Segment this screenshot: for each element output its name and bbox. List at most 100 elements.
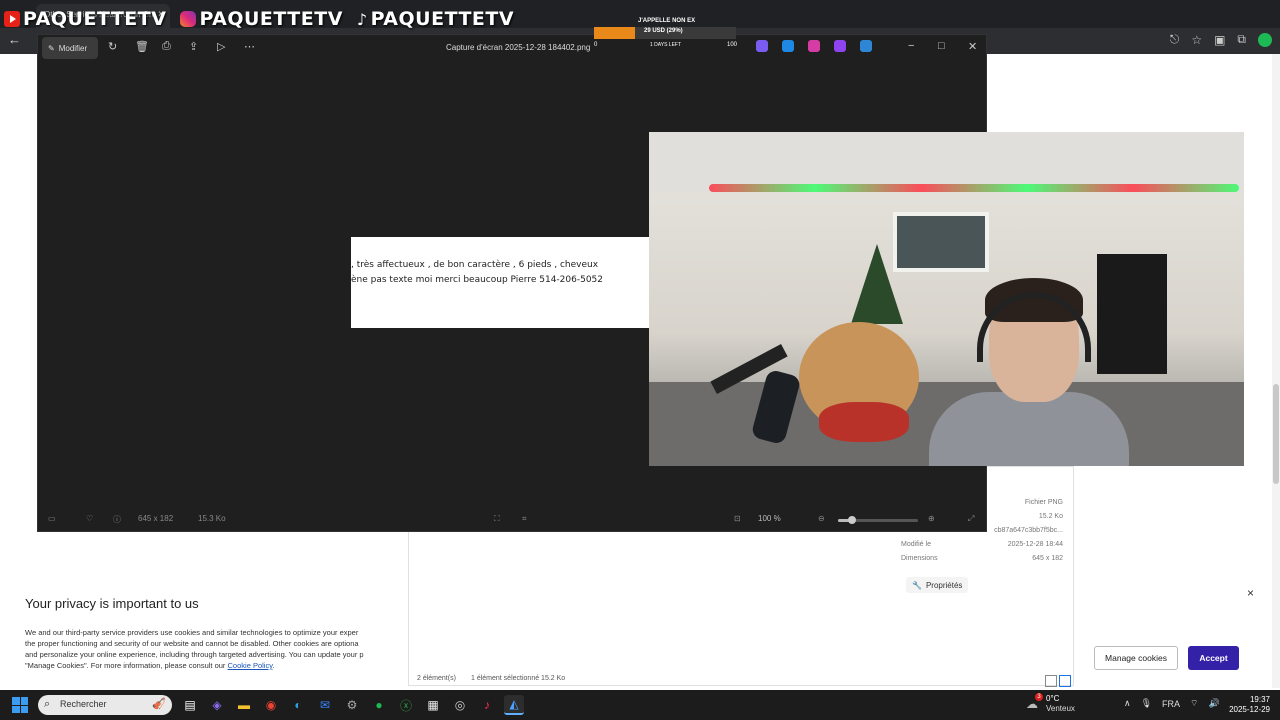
back-arrow-icon[interactable]: ← <box>8 32 21 47</box>
modify-button[interactable]: ✎ Modifier <box>42 37 98 59</box>
extensions-puzzle-icon[interactable]: ⧉ <box>1237 32 1246 47</box>
more-options-icon[interactable]: ⋯ <box>244 40 255 53</box>
xbox-icon[interactable]: ⓧ <box>396 695 416 715</box>
taskbar: ⌕ Rechercher 🎻 ▤ ◈ ▬ ◉ ◐ ✉ ⚙ ● ⓧ ▦ ◎ ♪ ◭… <box>0 690 1280 720</box>
task-view-icon[interactable]: ▤ <box>180 695 200 715</box>
copilot-icon[interactable]: ◈ <box>207 695 227 715</box>
youtube-handle-label: PAQUETTETV <box>23 8 167 30</box>
fit-screen-icon[interactable]: ⊡ <box>734 514 741 523</box>
tray-chevron-icon[interactable]: ∧ <box>1124 698 1131 709</box>
instagram-handle: PAQUETTETV <box>180 8 342 30</box>
taskbar-apps: ▤ ◈ ▬ ◉ ◐ ✉ ⚙ ● ⓧ ▦ ◎ ♪ ◭ <box>180 695 524 715</box>
store-icon[interactable]: ▦ <box>423 695 443 715</box>
filmstrip-icon[interactable]: ▭ <box>48 514 56 523</box>
goal-amount: 29 USD (29%) <box>644 28 683 34</box>
viewer-toolbar: ✎ Modifier ↻ 🗑 ⎙ ⇪ ▷ ⋯ Capture d'écran 2… <box>38 35 986 61</box>
privacy-line: the proper functioning and security of o… <box>25 639 359 648</box>
weather-badge: 3 <box>1035 693 1043 701</box>
zoom-in-icon[interactable]: ⊕ <box>928 514 935 523</box>
zoom-slider[interactable] <box>838 516 918 524</box>
goal-progress-bar: 29 USD (29%) <box>594 27 736 39</box>
maximize-icon[interactable]: □ <box>938 40 945 52</box>
install-app-icon[interactable]: ⎋ <box>1170 32 1180 47</box>
settings-gear-icon[interactable]: ⚙ <box>342 695 362 715</box>
zoom-level[interactable]: 100 % <box>758 514 781 523</box>
privacy-line: and personalize your online experience, … <box>25 650 364 659</box>
taskbar-search[interactable]: ⌕ Rechercher 🎻 <box>38 695 172 715</box>
weather-widget[interactable]: ☁ 3 0°C Venteux <box>1022 693 1102 716</box>
volume-icon[interactable]: 🔊 <box>1209 698 1220 709</box>
rotate-icon[interactable]: ↻ <box>108 40 117 53</box>
crop-icon[interactable]: ⛶ <box>494 514 500 524</box>
search-placeholder: Rechercher <box>60 699 107 709</box>
pinned-app-icons <box>756 40 872 52</box>
property-key: Dimensions <box>901 555 938 562</box>
slideshow-icon[interactable]: ▷ <box>217 40 225 53</box>
item-count: 2 élément(s) <box>417 675 456 682</box>
goal-min: 0 <box>594 42 598 48</box>
tiktok-app-icon[interactable]: ♪ <box>477 695 497 715</box>
app-icon[interactable] <box>834 40 846 52</box>
scrollbar-thumb[interactable] <box>1273 384 1279 484</box>
copilot-icon[interactable] <box>756 40 768 52</box>
webcam-streamer <box>929 278 1129 466</box>
mic-tray-icon[interactable]: 🎙 <box>1141 698 1152 709</box>
webcam-window <box>893 212 989 272</box>
close-icon[interactable]: ✕ <box>968 40 977 53</box>
photos-app-icon[interactable]: ◭ <box>504 695 524 715</box>
file-explorer-icon[interactable]: ▬ <box>234 695 254 715</box>
property-value: 2025-12-28 18:44 <box>1007 541 1063 548</box>
print-icon[interactable]: ⎙ <box>162 40 171 53</box>
profile-avatar[interactable] <box>1258 32 1272 47</box>
favorite-icon[interactable]: ♡ <box>86 514 93 523</box>
webcam-plush-shirt <box>819 402 909 442</box>
details-view-icon[interactable] <box>1045 675 1057 687</box>
browser-toolbar-icons: ⎋ ☆ ▣ ⧉ <box>1170 32 1272 47</box>
fullscreen-icon[interactable]: ⤢ <box>968 514 974 524</box>
minimize-icon[interactable]: − <box>908 40 914 52</box>
extension-icon[interactable]: ▣ <box>1214 33 1225 47</box>
privacy-title: Your privacy is important to us <box>25 596 199 611</box>
property-value: 645 x 182 <box>1032 555 1063 562</box>
viewer-status-bar: ▭ ♡ ⓘ 645 x 182 15.3 Ko ⛶ ⌗ ⊡ 100 % ⊖ ⊕ … <box>38 509 986 531</box>
language-indicator[interactable]: FRA <box>1162 699 1180 709</box>
weather-condition: Venteux <box>1046 704 1075 713</box>
info-icon[interactable]: ⓘ <box>113 514 121 525</box>
privacy-close-icon[interactable]: × <box>1247 586 1254 600</box>
weather-temp: 0°C <box>1046 694 1060 703</box>
chrome-icon[interactable]: ◉ <box>261 695 281 715</box>
image-dimensions: 645 x 182 <box>138 514 174 523</box>
privacy-text: We and our third-party service providers… <box>25 627 408 671</box>
modify-label: Modifier <box>58 43 88 53</box>
app-icon[interactable] <box>808 40 820 52</box>
mail-icon[interactable]: ✉ <box>315 695 335 715</box>
properties-button-label: Propriétés <box>925 580 963 590</box>
properties-button[interactable]: 🔧 Propriétés <box>906 577 968 593</box>
share-icon[interactable]: ⇪ <box>189 40 198 53</box>
bookmark-star-icon[interactable]: ☆ <box>1191 33 1202 47</box>
visual-search-icon[interactable]: ⌗ <box>522 514 527 524</box>
spotify-icon[interactable]: ● <box>369 695 389 715</box>
wifi-icon[interactable]: ⌔ <box>1190 698 1198 709</box>
zoom-slider-handle[interactable] <box>848 516 857 524</box>
privacy-line-text: "Manage Cookies". For more information, … <box>25 661 228 670</box>
windows-start-icon[interactable] <box>12 697 28 713</box>
search-highlight-icon: 🎻 <box>152 698 166 710</box>
app-icon[interactable] <box>782 40 794 52</box>
taskbar-clock[interactable]: 19:37 2025-12-29 <box>1226 695 1270 715</box>
delete-icon[interactable]: 🗑 <box>135 40 149 53</box>
obs-icon[interactable]: ◎ <box>450 695 470 715</box>
app-icon[interactable] <box>860 40 872 52</box>
webcam-christmas-tree <box>851 244 903 324</box>
youtube-handle: PAQUETTETV <box>4 8 166 30</box>
accept-cookies-button[interactable]: Accept <box>1188 646 1239 670</box>
page-scrollbar[interactable] <box>1272 54 1280 688</box>
property-value: Fichier PNG <box>1024 499 1063 506</box>
cookie-policy-link[interactable]: Cookie Policy <box>228 661 273 670</box>
manage-cookies-button[interactable]: Manage cookies <box>1094 646 1178 670</box>
zoom-out-icon[interactable]: ⊖ <box>818 514 825 523</box>
image-preview: , très affectueux , de bon caractère , 6… <box>351 237 651 328</box>
tiles-view-icon[interactable] <box>1059 675 1071 687</box>
edge-icon[interactable]: ◐ <box>288 695 308 715</box>
goal-title: J'APPELLE NON EX <box>638 18 696 24</box>
